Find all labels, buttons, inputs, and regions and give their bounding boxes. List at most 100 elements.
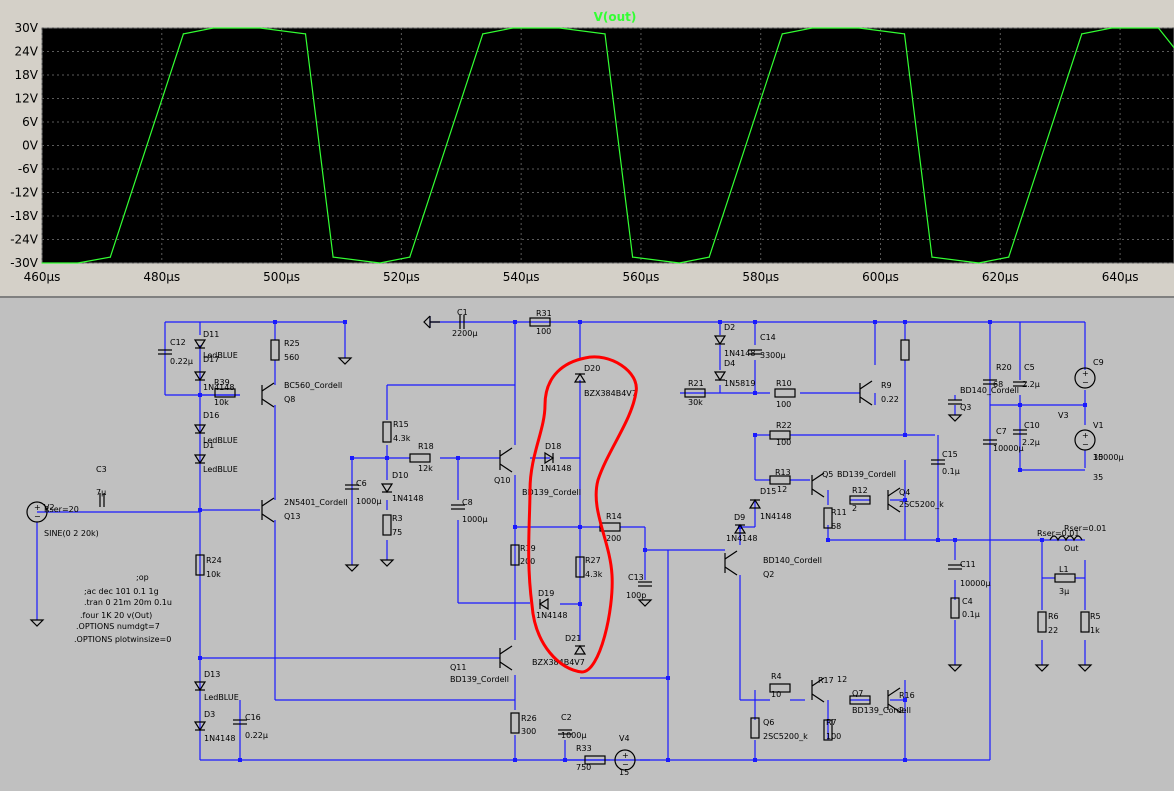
component-label: R12 [852, 486, 868, 495]
y-tick-label: -18V [10, 209, 39, 223]
resistor-r7[interactable] [750, 717, 760, 739]
ground-symbol [29, 619, 45, 627]
resistor-r3[interactable] [382, 514, 392, 536]
ground-arrow [423, 315, 440, 329]
capacitor-c13[interactable] [638, 581, 652, 587]
component-label: L1 [1059, 565, 1069, 574]
wire-junction [456, 456, 460, 460]
component-label: R18 [418, 442, 434, 451]
wire-junction [385, 456, 389, 460]
vout-trace-point [931, 256, 933, 258]
component-label: 75 [392, 528, 402, 537]
y-tick-label: 18V [15, 68, 39, 82]
component-label: .tran 0 21m 20m 0.1u [84, 598, 172, 607]
wire-junction [873, 320, 877, 324]
transistor-emitter [724, 566, 738, 576]
component-label: 0.1µ [942, 467, 960, 476]
vout-trace-point [482, 33, 484, 35]
component-label: 1N4148 [760, 512, 791, 521]
transistor-q8[interactable] [261, 382, 275, 408]
component-label: 300 [521, 727, 536, 736]
component-label: ;op [136, 573, 149, 582]
transistor-q13[interactable] [261, 497, 275, 523]
component-label: R24 [206, 556, 222, 565]
component-label: C5 [1024, 363, 1035, 372]
transistor-emitter [499, 661, 513, 671]
wire-junction [718, 320, 722, 324]
component-label: 1N4148 [724, 349, 755, 358]
resistor-r26[interactable] [510, 712, 520, 734]
component-label: D1 [203, 441, 214, 450]
wire-junction [1018, 468, 1022, 472]
component-label: R22 [776, 421, 792, 430]
vout-trace-point [558, 27, 561, 29]
resistor-r18[interactable] [409, 453, 431, 463]
transistor-collector [261, 382, 275, 392]
resistor-r8[interactable] [1080, 611, 1090, 633]
component-label: 0.22µ [245, 731, 268, 740]
waveform-plot[interactable]: V(out) 30V 24V 18V 12V 6V 0V -6V -12V -18V -24V -30… [0, 0, 1174, 296]
component-label: 35 [1093, 453, 1103, 462]
vout-trace-point [978, 262, 980, 264]
schematic-canvas[interactable]: +−+−+−+− C12200µR31100C120.22µD11LedBLUE… [0, 298, 1174, 791]
vout-trace-point [1081, 33, 1083, 35]
component-label: BD139_Cordell [450, 675, 509, 684]
component-label: LedBLUE [203, 465, 238, 474]
component-label: 2.2µ [1022, 438, 1040, 447]
diode-d10[interactable] [380, 483, 394, 494]
component-label: SINE(0 2 20k) [44, 529, 99, 538]
resistor-r9[interactable] [900, 339, 910, 361]
waveform-plot-pane[interactable]: V(out) 30V 24V 18V 12V 6V 0V -6V -12V -18V -24V -30… [0, 0, 1174, 298]
trace-title[interactable]: V(out) [594, 10, 637, 24]
component-label: 4.3k [585, 570, 603, 579]
component-label: 68 [993, 380, 1003, 389]
component-label: C8 [462, 498, 473, 507]
component-label: BD140_Cordell [763, 556, 822, 565]
resistor-r13[interactable] [769, 475, 791, 485]
component-label: Q4 [899, 488, 910, 497]
component-label: 2SC5200_k [899, 500, 944, 509]
component-label: C10 [1024, 421, 1040, 430]
component-label: C12 [170, 338, 186, 347]
resistor-r5[interactable] [1037, 611, 1047, 633]
vout-trace-point [1111, 27, 1113, 29]
component-label: C16 [245, 713, 261, 722]
diode-d2[interactable] [713, 335, 727, 346]
y-tick-label: -12V [10, 186, 39, 200]
component-label: 15 [619, 768, 629, 777]
component-label: Q6 [763, 718, 774, 727]
component-label: Rser=20 [44, 505, 79, 514]
component-label: V4 [619, 734, 630, 743]
component-label: 30k [688, 398, 703, 407]
wire-junction [1018, 403, 1022, 407]
component-label: 1000µ [561, 731, 586, 740]
resistor-r15[interactable] [382, 421, 392, 443]
diode-d19[interactable] [538, 597, 549, 611]
transistor-q11[interactable] [499, 645, 513, 671]
transistor-emitter [811, 488, 825, 498]
transistor-q3[interactable] [859, 380, 873, 406]
component-label: R31 [536, 309, 552, 318]
component-label: 3µ [1059, 587, 1069, 596]
resistor-r10[interactable] [774, 388, 796, 398]
transistor-q10[interactable] [499, 447, 513, 473]
component-label: .four 1K 20 v(Out) [80, 611, 152, 620]
component-label: 1N4148 [536, 611, 567, 620]
vout-trace-point [1157, 27, 1160, 29]
component-label: C11 [960, 560, 976, 569]
wire-junction [273, 320, 277, 324]
diode-d21[interactable] [573, 644, 587, 655]
resistor-r4[interactable] [950, 597, 960, 619]
wire-junction [988, 320, 992, 324]
schematic-editor-pane[interactable]: + − + − + − + − C1 2200µ R31 100 C12 0.22µ D11 LedBLUE… [0, 298, 1174, 791]
resistor-r6[interactable] [1054, 573, 1076, 583]
schematic-components[interactable]: +−+−+−+− [26, 315, 1096, 771]
voltage-source-v3[interactable]: +− [1074, 429, 1096, 451]
component-label: V3 [1058, 411, 1069, 420]
voltage-source-v1[interactable]: +− [1074, 367, 1096, 389]
transistor-q2[interactable] [724, 550, 738, 576]
component-label: 10k [206, 570, 221, 579]
resistor-r25[interactable] [270, 339, 280, 361]
y-tick-label: 12V [15, 92, 39, 106]
component-label: 200 [606, 534, 621, 543]
